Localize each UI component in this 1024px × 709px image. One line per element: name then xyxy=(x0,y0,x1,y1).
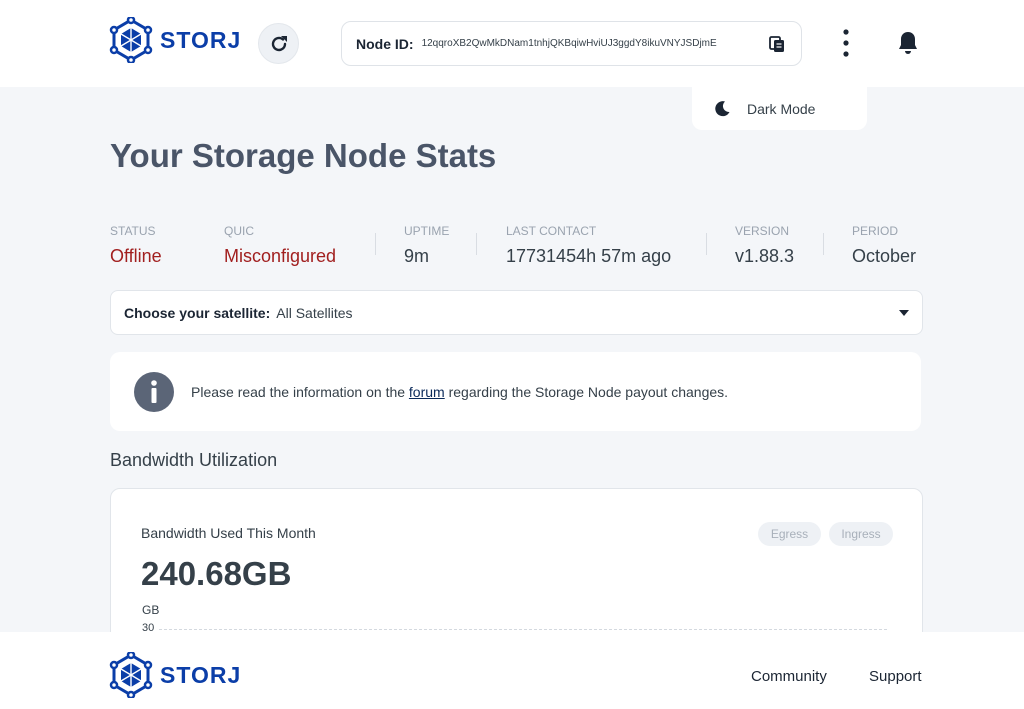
stat-value: Offline xyxy=(110,246,162,266)
egress-toggle[interactable]: Egress xyxy=(758,522,821,546)
divider xyxy=(375,233,376,255)
ingress-toggle[interactable]: Ingress xyxy=(829,522,893,546)
storj-logo-icon xyxy=(109,17,153,63)
stat-version: VERSION v1.88.3 xyxy=(735,224,794,267)
storj-logo-text: STORJ xyxy=(160,26,242,53)
bandwidth-total: 240.68GB xyxy=(141,555,292,592)
footer-logo[interactable]: STORJ xyxy=(108,652,241,698)
storj-logo-text: STORJ xyxy=(160,661,242,688)
footer: STORJ Community Support xyxy=(0,632,1024,709)
divider xyxy=(476,233,477,255)
notice-text-after: regarding the Storage Node payout change… xyxy=(448,383,729,400)
satellite-select-value: All Satellites xyxy=(276,304,353,321)
stat-label: QUIC xyxy=(224,224,254,238)
bandwidth-card-title: Bandwidth Used This Month xyxy=(141,525,316,541)
satellite-select[interactable]: Choose your satellite: All Satellites xyxy=(110,290,923,335)
stat-label: UPTIME xyxy=(404,224,450,238)
stat-value: 17731454h 57m ago xyxy=(506,246,672,266)
dark-mode-toggle[interactable]: Dark Mode xyxy=(692,87,867,130)
stat-period: PERIOD October xyxy=(852,224,916,267)
payout-notice: Please read the information on the forum… xyxy=(110,352,921,431)
stat-label: LAST CONTACT xyxy=(506,224,597,238)
stat-quic: QUIC Misconfigured xyxy=(224,224,336,267)
stat-value: v1.88.3 xyxy=(735,246,795,266)
stat-label: STATUS xyxy=(110,224,156,238)
notice-text: Please read the information on the forum… xyxy=(191,384,728,400)
caret-down-icon xyxy=(899,310,909,316)
satellite-select-label: Choose your satellite: xyxy=(124,304,271,321)
dark-mode-label: Dark Mode xyxy=(747,100,816,117)
divider xyxy=(823,233,824,255)
storj-logo[interactable]: STORJ xyxy=(108,17,241,63)
refresh-icon xyxy=(271,35,287,51)
info-icon xyxy=(134,371,174,412)
stat-value: Misconfigured xyxy=(224,246,337,266)
more-options-icon[interactable] xyxy=(836,26,856,60)
stat-status: STATUS Offline xyxy=(110,224,162,267)
page-title: Your Storage Node Stats xyxy=(110,137,497,174)
refresh-button[interactable] xyxy=(258,23,299,64)
stat-uptime: UPTIME 9m xyxy=(404,224,449,267)
community-link[interactable]: Community xyxy=(751,668,827,685)
bandwidth-card: Bandwidth Used This Month Egress Ingress… xyxy=(110,488,923,648)
stat-value: October xyxy=(852,246,917,266)
chart-gridline xyxy=(159,629,887,630)
section-title: Bandwidth Utilization xyxy=(110,450,278,470)
node-id-field: Node ID: 12qqroXB2QwMkDNam1tnhjQKBqiwHvi… xyxy=(341,21,802,66)
divider xyxy=(706,233,707,255)
stat-last-contact: LAST CONTACT 17731454h 57m ago xyxy=(506,224,671,267)
notice-text-before: Please read the information on the xyxy=(191,383,406,400)
stat-value: 9m xyxy=(404,246,430,266)
top-bar: STORJ Node ID: 12qqroXB2QwMkDNam1tnhjQKB… xyxy=(0,0,1024,87)
support-link[interactable]: Support xyxy=(869,668,922,685)
stat-label: VERSION xyxy=(735,224,790,238)
moon-icon xyxy=(715,101,730,117)
notifications-bell-icon[interactable] xyxy=(896,30,920,56)
copy-icon[interactable] xyxy=(767,34,787,54)
storj-logo-icon xyxy=(109,652,153,698)
forum-link[interactable]: forum xyxy=(409,384,445,400)
node-id-value: 12qqroXB2QwMkDNam1tnhjQKBqiwHviUJ3ggdY8i… xyxy=(421,38,717,49)
chart-unit-label: GB xyxy=(142,603,160,617)
stat-label: PERIOD xyxy=(852,224,899,238)
node-id-label: Node ID: xyxy=(356,35,414,52)
